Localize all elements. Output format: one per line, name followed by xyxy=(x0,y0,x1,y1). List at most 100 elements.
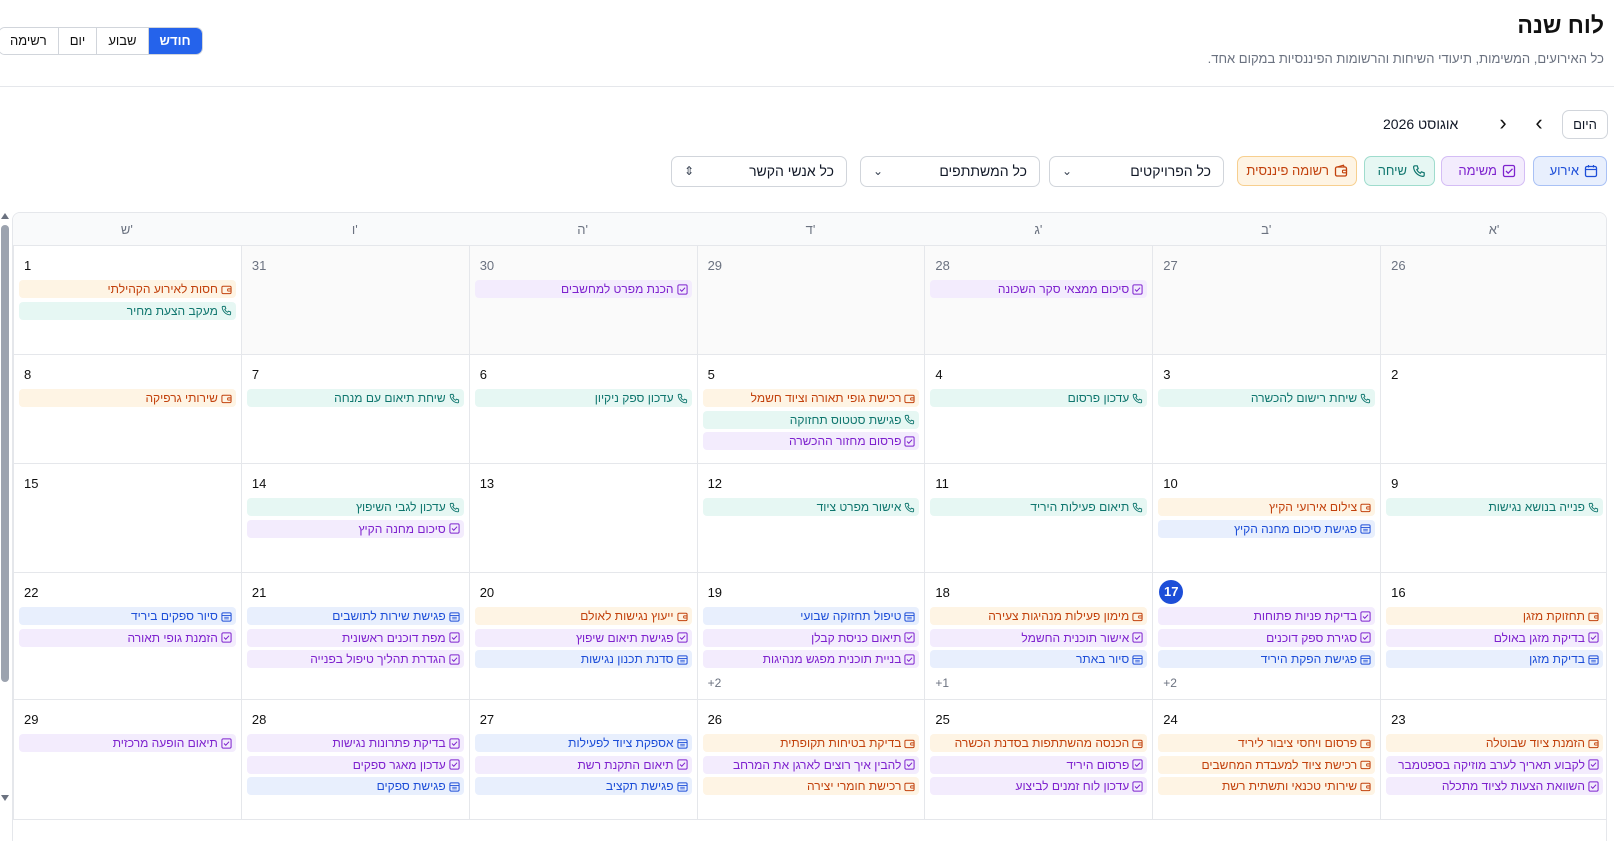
calendar-entry-task[interactable]: הזמנת גופי תאורה xyxy=(19,628,236,647)
day-cell[interactable]: 27 xyxy=(1152,246,1381,355)
scrollbar-thumb[interactable] xyxy=(1,225,9,682)
day-cell[interactable]: 6 עדכון ספק ניקיון xyxy=(468,355,697,464)
calendar-entry-event[interactable]: פגישת סיכום מחנה הקיץ xyxy=(1158,519,1376,538)
day-cell[interactable]: 12 אישור מפרט ציוד xyxy=(696,464,925,573)
calendar-entry-fin[interactable]: שירותי טכנאי ותשתית רשת xyxy=(1158,777,1376,795)
calendar-entry-task[interactable]: סיכום מחנה הקיץ xyxy=(246,519,464,538)
participants-filter-select[interactable]: כל המשתתפים ⌄ xyxy=(860,156,1040,187)
day-cell[interactable]: 29 תיאום הופעה מרכזית xyxy=(13,700,241,820)
day-cell[interactable]: 24 פרסום ויחסי ציבור ליריד רכישת ציוד למעב… xyxy=(1152,700,1381,820)
calendar-entry-task[interactable]: בדיקת פתרונות נגישות xyxy=(246,734,464,752)
calendar-entry-task[interactable]: עדכון מאגר ספקים xyxy=(246,755,464,774)
calendar-entry-task[interactable]: בדיקת פניות פתוחות xyxy=(1158,607,1376,625)
day-cell[interactable]: 28 בדיקת פתרונות נגישות עדכון מאגר ספקים פג… xyxy=(240,700,469,820)
view-week-button[interactable]: שבוע xyxy=(97,28,149,54)
calendar-entry-task[interactable]: תיאום כניסת קבלן xyxy=(702,628,920,647)
filter-chip-call[interactable]: שיחה xyxy=(1364,156,1435,186)
calendar-entry-fin[interactable]: רכישת חומרי יצירה xyxy=(702,777,920,795)
calendar-entry-call[interactable]: פנייה בנושא נגישות xyxy=(1386,498,1603,516)
day-cell[interactable]: 1 חסות לאירוע הקהילתי מעקב הצעת מחיר xyxy=(13,246,241,355)
calendar-entry-event[interactable]: פגישת ספקים xyxy=(246,777,464,795)
calendar-entry-fin[interactable]: פרסום ויחסי ציבור ליריד xyxy=(1158,734,1376,752)
day-cell[interactable]: 10 צילום אירועי הקיץ פגישת סיכום מחנה הקיץ xyxy=(1152,464,1381,573)
day-cell[interactable]: 13 xyxy=(468,464,697,573)
day-cell[interactable]: 18 מימון פעילות מנהיגות צעירה אישור תוכנית… xyxy=(924,573,1153,700)
day-cell[interactable]: 17 בדיקת פניות פתוחות סגירת ספק דוכנים פגיש… xyxy=(1152,573,1381,700)
calendar-entry-task[interactable]: בדיקת מזגן באולם xyxy=(1386,628,1603,647)
day-cell[interactable]: 15 xyxy=(13,464,241,573)
calendar-entry-fin[interactable]: רכישת ציוד למעבדת המחשבים xyxy=(1158,755,1376,774)
calendar-entry-call[interactable]: עדכון פרסום xyxy=(930,389,1148,407)
calendar-entry-task[interactable]: תיאום הופעה מרכזית xyxy=(19,734,236,752)
view-day-button[interactable]: יום xyxy=(58,28,98,54)
day-cell[interactable]: 30 הכנת מפרט למחשבים xyxy=(468,246,697,355)
day-cell[interactable]: 7 שיחת תיאום עם מנחה xyxy=(240,355,469,464)
calendar-entry-task[interactable]: בניית תוכנית מפגש מנהיגות xyxy=(702,650,920,668)
day-cell[interactable]: 3 שיחת רישום להכשרה xyxy=(1152,355,1381,464)
day-cell[interactable]: 19 טיפול תחזוקה שבועי תיאום כניסת קבלן בניי… xyxy=(696,573,925,700)
calendar-entry-task[interactable]: מפת דוכנים ראשונית xyxy=(246,628,464,647)
calendar-entry-fin[interactable]: הכנסה מהשתתפות בסדנת הכשרה xyxy=(930,734,1148,752)
calendar-entry-task[interactable]: סגירת ספק דוכנים xyxy=(1158,628,1376,647)
day-cell[interactable]: 20 ייעוץ נגישות לאולם פגישת תיאום שיפוץ סדנ… xyxy=(468,573,697,700)
day-cell[interactable]: 22 סיור ספקים ביריד הזמנת גופי תאורה xyxy=(13,573,241,700)
calendar-entry-fin[interactable]: צילום אירועי הקיץ xyxy=(1158,498,1376,516)
day-cell[interactable]: 26 xyxy=(1380,246,1606,355)
calendar-entry-call[interactable]: שיחת רישום להכשרה xyxy=(1158,389,1376,407)
calendar-entry-fin[interactable]: מימון פעילות מנהיגות צעירה xyxy=(930,607,1148,625)
calendar-entry-event[interactable]: סדנת תכנון נגישות xyxy=(474,650,692,668)
filter-chip-financial[interactable]: רשומה פיננסית xyxy=(1237,156,1357,186)
calendar-entry-call[interactable]: פגישת סטטוס תחזוקה xyxy=(702,410,920,429)
calendar-entry-task[interactable]: לקבוע תאריך לערב מוזיקה בספטמבר xyxy=(1386,755,1603,774)
calendar-entry-event[interactable]: אספקת ציוד לפעילות xyxy=(474,734,692,752)
day-cell[interactable]: 11 תיאום פעילות היריד xyxy=(924,464,1153,573)
view-month-button[interactable]: חודש xyxy=(148,28,202,54)
calendar-entry-fin[interactable]: בדיקת בטיחות תקופתית xyxy=(702,734,920,752)
calendar-entry-task[interactable]: הכנת מפרט למחשבים xyxy=(474,280,692,298)
calendar-entry-task[interactable]: להבין איך רוצים לארגן את המרחב xyxy=(702,755,920,774)
calendar-entry-task[interactable]: הגדרת תהליך טיפול בפנייה xyxy=(246,650,464,668)
day-cell[interactable]: 26 בדיקת בטיחות תקופתית להבין איך רוצים לא… xyxy=(696,700,925,820)
calendar-entry-call[interactable]: תיאום פעילות היריד xyxy=(930,498,1148,516)
calendar-entry-fin[interactable]: שירותי גרפיקה xyxy=(19,389,236,407)
calendar-entry-call[interactable]: מעקב הצעת מחיר xyxy=(19,301,236,320)
calendar-entry-task[interactable]: תיאום התקנת רשת xyxy=(474,755,692,774)
calendar-entry-task[interactable]: עדכון לוח זמנים לביצוע xyxy=(930,777,1148,795)
day-cell[interactable]: 31 xyxy=(240,246,469,355)
calendar-entry-event[interactable]: בדיקת מזגן xyxy=(1386,650,1603,668)
day-cell[interactable]: 21 פגישת שירות לתושבים מפת דוכנים ראשונית ה… xyxy=(240,573,469,700)
day-cell[interactable]: 5 רכישת גופי תאורה וציוד חשמל פגישת סטטוס … xyxy=(696,355,925,464)
projects-filter-select[interactable]: כל הפרויקטים ⌄ xyxy=(1049,156,1224,187)
calendar-entry-task[interactable]: פרסום מחזור ההכשרה xyxy=(702,432,920,450)
calendar-entry-event[interactable]: טיפול תחזוקה שבועי xyxy=(702,607,920,625)
scroll-up-arrow-icon[interactable] xyxy=(1,213,9,219)
calendar-entry-fin[interactable]: רכישת גופי תאורה וציוד חשמל xyxy=(702,389,920,407)
today-button[interactable]: היום xyxy=(1562,110,1608,139)
calendar-entry-task[interactable]: סיכום ממצאי סקר השכונה xyxy=(930,280,1148,298)
calendar-entry-fin[interactable]: ייעוץ נגישות לאולם xyxy=(474,607,692,625)
calendar-entry-event[interactable]: פגישת שירות לתושבים xyxy=(246,607,464,625)
calendar-entry-call[interactable]: אישור מפרט ציוד xyxy=(702,498,920,516)
contacts-filter-select[interactable]: כל אנשי הקשר ⇕ xyxy=(671,156,847,187)
day-cell[interactable]: 28 סיכום ממצאי סקר השכונה xyxy=(924,246,1153,355)
calendar-entry-event[interactable]: סיור באתר xyxy=(930,650,1148,668)
more-entries-link[interactable]: +2 xyxy=(708,676,722,690)
day-cell[interactable]: 16 תחזוקת מזגן בדיקת מזגן באולם בדיקת מזגן xyxy=(1380,573,1606,700)
calendar-entry-task[interactable]: אישור תוכנית החשמל xyxy=(930,628,1148,647)
calendar-entry-fin[interactable]: תחזוקת מזגן xyxy=(1386,607,1603,625)
calendar-entry-event[interactable]: פגישת תקציב xyxy=(474,777,692,795)
calendar-entry-event[interactable]: סיור ספקים ביריד xyxy=(19,607,236,625)
filter-chip-task[interactable]: משימה xyxy=(1441,156,1525,186)
calendar-entry-fin[interactable]: הזמנת ציוד שבוטלה xyxy=(1386,734,1603,752)
day-cell[interactable]: 23 הזמנת ציוד שבוטלה לקבוע תאריך לערב מוזי… xyxy=(1380,700,1606,820)
day-cell[interactable]: 2 xyxy=(1380,355,1606,464)
day-cell[interactable]: 9 פנייה בנושא נגישות xyxy=(1380,464,1606,573)
calendar-entry-task[interactable]: פגישת תיאום שיפוץ xyxy=(474,628,692,647)
calendar-entry-fin[interactable]: חסות לאירוע הקהילתי xyxy=(19,280,236,298)
chevron-left-icon[interactable]: ‹ xyxy=(1528,112,1550,135)
filter-chip-event[interactable]: אירוע xyxy=(1533,156,1607,186)
scroll-down-arrow-icon[interactable] xyxy=(1,795,9,801)
more-entries-link[interactable]: +1 xyxy=(935,676,949,690)
calendar-entry-call[interactable]: שיחת תיאום עם מנחה xyxy=(246,389,464,407)
day-cell[interactable]: 27 אספקת ציוד לפעילות תיאום התקנת רשת פגישת… xyxy=(468,700,697,820)
